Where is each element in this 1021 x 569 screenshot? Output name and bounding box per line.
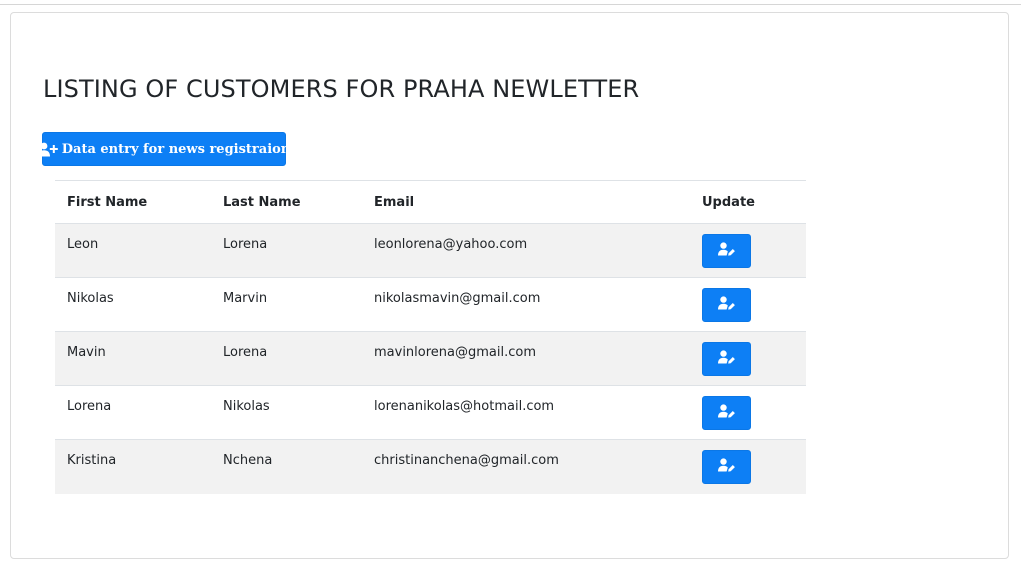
update-button[interactable] (702, 396, 751, 430)
customers-table-wrapper: First Name Last Name Email Update Leon L… (55, 180, 806, 494)
cell-first-name: Nikolas (55, 277, 211, 332)
table-row: Kristina Nchena christinanchena@gmail.co… (55, 439, 806, 494)
cell-email: nikolasmavin@gmail.com (362, 277, 690, 332)
cell-email: leonlorena@yahoo.com (362, 223, 690, 278)
update-button[interactable] (702, 288, 751, 322)
cell-email: mavinlorena@gmail.com (362, 331, 690, 386)
user-edit-icon (718, 350, 735, 368)
update-button[interactable] (702, 450, 751, 484)
cell-update (690, 223, 806, 278)
cell-update (690, 331, 806, 386)
user-edit-icon (718, 242, 735, 260)
cell-update (690, 440, 806, 494)
table-row: Nikolas Marvin nikolasmavin@gmail.com (55, 277, 806, 332)
header-update: Update (690, 180, 806, 224)
cell-last-name: Lorena (211, 223, 362, 278)
add-registration-label: Data entry for news registraion (61, 141, 291, 157)
user-edit-icon (718, 458, 735, 476)
cell-last-name: Lorena (211, 331, 362, 386)
top-divider (0, 4, 1021, 5)
cell-last-name: Nikolas (211, 385, 362, 440)
user-plus-icon (37, 142, 58, 157)
header-last-name: Last Name (211, 180, 362, 224)
cell-first-name: Mavin (55, 331, 211, 386)
table-row: Mavin Lorena mavinlorena@gmail.com (55, 331, 806, 386)
cell-last-name: Marvin (211, 277, 362, 332)
table-header-row: First Name Last Name Email Update (55, 180, 806, 224)
cell-email: christinanchena@gmail.com (374, 453, 559, 468)
header-email: Email (362, 180, 690, 224)
cell-first-name: Leon (55, 223, 211, 278)
cell-update (690, 277, 806, 332)
table-row: Leon Lorena leonlorena@yahoo.com (55, 223, 806, 278)
user-edit-icon (718, 296, 735, 314)
user-edit-icon (718, 404, 735, 422)
cell-update (690, 385, 806, 440)
cell-email: lorenanikolas@hotmail.com (362, 385, 690, 440)
cell-first-name: Kristina (67, 453, 117, 468)
content-card: LISTING OF CUSTOMERS FOR PRAHA NEWLETTER… (10, 12, 1009, 559)
update-button[interactable] (702, 234, 751, 268)
cell-first-name: Lorena (55, 385, 211, 440)
cell-last-name: Nchena (223, 453, 273, 468)
customers-table: First Name Last Name Email Update Leon L… (55, 180, 806, 494)
add-registration-button[interactable]: Data entry for news registraion (37, 132, 290, 166)
header-first-name: First Name (55, 180, 211, 224)
page-title: LISTING OF CUSTOMERS FOR PRAHA NEWLETTER (43, 75, 640, 103)
table-row: Lorena Nikolas lorenanikolas@hotmail.com (55, 385, 806, 440)
update-button[interactable] (702, 342, 751, 376)
